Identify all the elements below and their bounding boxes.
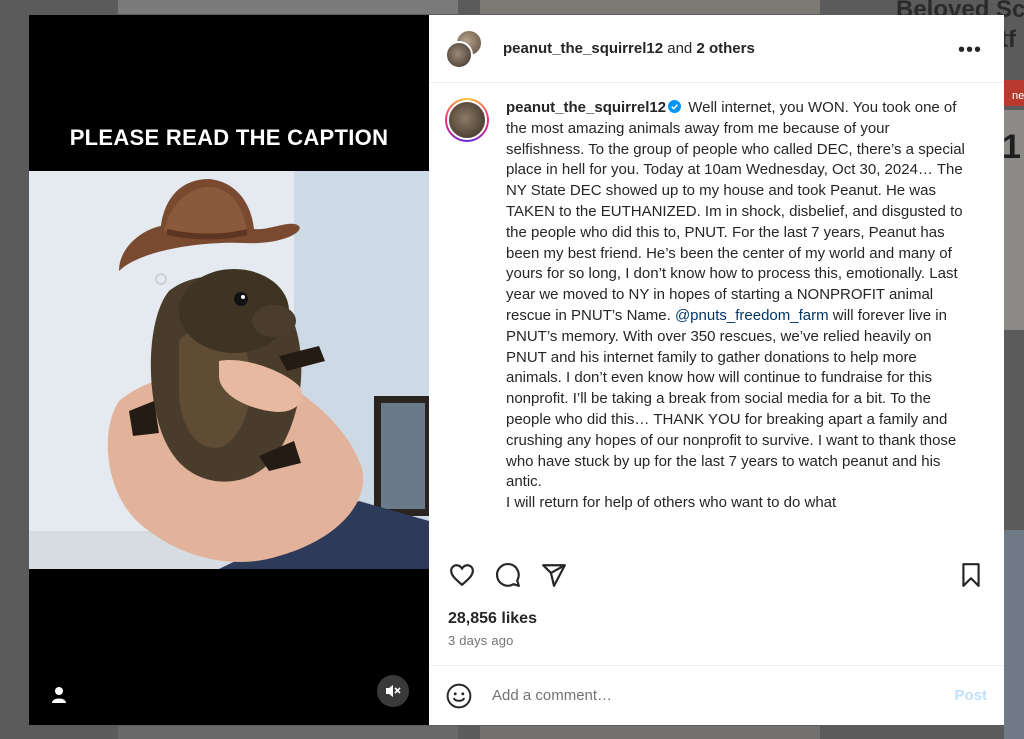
comment-icon[interactable]: [495, 562, 521, 588]
caption-body-3: I will return for help of others who wan…: [506, 494, 837, 512]
bookmark-icon[interactable]: [958, 562, 984, 588]
caption-body: Well internet, you WON. You took one of …: [506, 99, 965, 324]
verified-badge-icon: [668, 100, 682, 113]
post-comment-button[interactable]: Post: [954, 687, 987, 704]
comment-bar: Post: [429, 665, 1004, 725]
bg-post-tile[interactable]: [118, 0, 458, 14]
send-icon[interactable]: [541, 562, 567, 588]
caption-section[interactable]: peanut_the_squirrel12 Well internet, you…: [429, 84, 1004, 544]
caption-text: peanut_the_squirrel12 Well internet, you…: [506, 98, 966, 544]
avatar: [445, 40, 473, 69]
authors-joiner: and: [663, 40, 697, 57]
post-authors[interactable]: peanut_the_squirrel12 and 2 others: [503, 40, 755, 57]
bg-post-tile[interactable]: [118, 726, 458, 739]
mute-button[interactable]: [377, 675, 409, 707]
author-username[interactable]: peanut_the_squirrel12: [503, 40, 663, 57]
post-modal: PLEASE READ THE CAPTION peanut_the_squir…: [29, 15, 1004, 725]
others-link[interactable]: 2 others: [696, 40, 754, 57]
mention-link[interactable]: @pnuts_freedom_farm: [675, 307, 829, 324]
caption-username[interactable]: peanut_the_squirrel12: [506, 99, 666, 116]
heart-icon[interactable]: [449, 562, 475, 588]
speaker-muted-icon: [386, 685, 401, 697]
media-caption-overlay: PLEASE READ THE CAPTION: [69, 125, 389, 150]
bg-post-tile[interactable]: [1004, 530, 1024, 739]
more-options-button[interactable]: •••: [958, 39, 982, 62]
bg-news-badge: ne: [1004, 80, 1024, 106]
emoji-icon[interactable]: [446, 683, 472, 709]
post-details-panel: peanut_the_squirrel12 and 2 others ••• p…: [429, 15, 1004, 725]
user-icon[interactable]: [49, 685, 69, 705]
post-media[interactable]: PLEASE READ THE CAPTION: [29, 15, 429, 725]
post-header: peanut_the_squirrel12 and 2 others •••: [429, 15, 1004, 83]
action-bar: [445, 560, 988, 590]
comment-input[interactable]: [492, 687, 945, 704]
caption-avatar[interactable]: [445, 98, 489, 142]
bg-number: 1: [1002, 128, 1021, 166]
post-timestamp[interactable]: 3 days ago: [448, 633, 514, 648]
bg-post-tile[interactable]: [480, 0, 820, 14]
caption-body-2: will forever live in PNUT’s memory. With…: [506, 306, 957, 491]
squirrel-photo: [29, 171, 429, 569]
likes-count[interactable]: 28,856 likes: [448, 610, 537, 628]
bg-post-tile[interactable]: [480, 726, 820, 739]
collab-avatars[interactable]: [445, 28, 485, 69]
